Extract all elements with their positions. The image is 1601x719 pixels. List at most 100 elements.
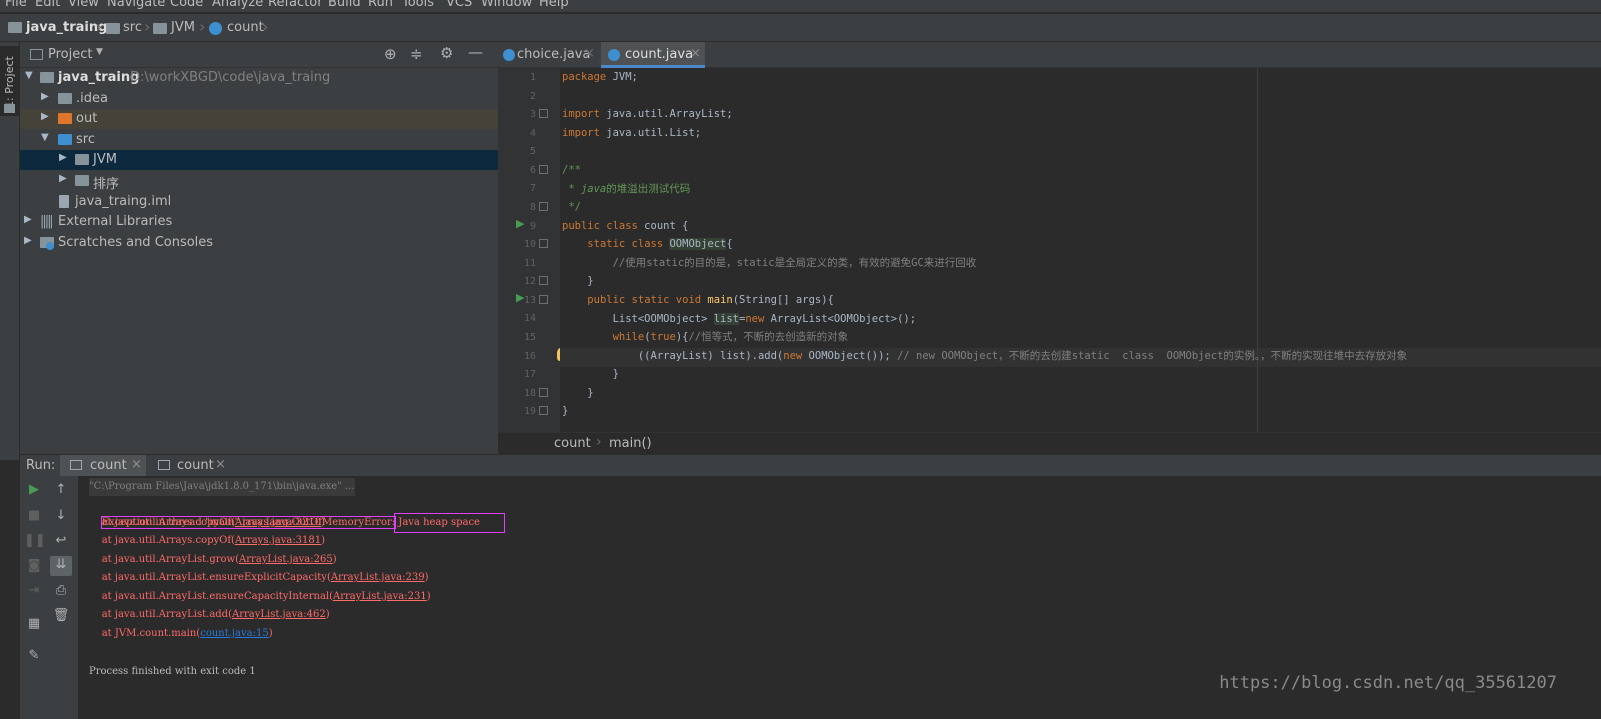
fold-icon[interactable] <box>539 388 548 397</box>
menu-help[interactable]: Help <box>539 0 569 10</box>
run-main-icon[interactable]: ▶ <box>516 291 524 304</box>
up-arrow-icon[interactable]: ↑ <box>51 482 71 497</box>
clock-icon <box>46 242 54 250</box>
editor-tabs: choice.java × count.java × <box>498 42 1601 68</box>
down-arrow-icon[interactable]: ↓ <box>51 508 71 523</box>
tab-count-java[interactable]: count.java × <box>601 42 705 68</box>
tree-root[interactable]: ▼ java_traing D:\workXBGD\code\java_trai… <box>20 68 498 88</box>
stop-icon[interactable]: ■ <box>24 508 44 523</box>
breadcrumb-class[interactable]: count <box>554 436 591 451</box>
chevron-right-icon[interactable]: ▶ <box>24 235 32 246</box>
fold-icon[interactable] <box>539 239 548 248</box>
camera-icon[interactable]: ◙ <box>24 558 44 573</box>
code-editor[interactable]: package JVM; import java.util.ArrayList;… <box>560 68 1601 432</box>
close-icon[interactable]: × <box>584 46 595 61</box>
collapse-all-icon[interactable]: ≑ <box>410 45 423 63</box>
run-class-icon[interactable]: ▶ <box>516 217 524 230</box>
stack-link[interactable]: ArrayList.java:265 <box>239 554 333 565</box>
chevron-right-icon[interactable]: ▶ <box>41 91 49 102</box>
stack-link[interactable]: Arrays.java:3210 <box>235 517 321 528</box>
module-file-icon <box>59 195 69 208</box>
menu-build[interactable]: Build <box>328 0 361 10</box>
fold-icon[interactable] <box>539 165 548 174</box>
tab-choice-java[interactable]: choice.java × <box>498 42 600 68</box>
chevron-right-icon[interactable]: ▶ <box>24 214 32 225</box>
tree-item-label: External Libraries <box>58 214 173 229</box>
line-number: 16 <box>523 351 536 362</box>
line-number: 18 <box>523 388 536 399</box>
menu-view[interactable]: View <box>68 0 99 10</box>
line-number: 1 <box>529 72 536 83</box>
tree-item-libraries[interactable]: ▶ |||‖ External Libraries <box>20 212 498 232</box>
tree-item-src[interactable]: ▼ src <box>20 130 498 150</box>
locate-icon[interactable]: ⊕ <box>384 45 397 63</box>
hide-icon[interactable]: — <box>468 43 483 61</box>
tree-item-sort[interactable]: ▶ 排序 <box>20 171 498 192</box>
line-number: 6 <box>529 165 536 176</box>
stack-link[interactable]: ArrayList.java:462 <box>232 609 326 620</box>
chevron-right-icon[interactable]: ▶ <box>41 111 49 122</box>
pause-icon[interactable]: ❚❚ <box>24 533 46 548</box>
nav-jvm[interactable]: JVM <box>171 20 195 35</box>
fold-icon[interactable] <box>539 276 548 285</box>
exit-icon[interactable]: ⇥ <box>24 583 44 598</box>
run-tab-2[interactable]: count × <box>148 455 234 477</box>
close-icon[interactable]: × <box>131 457 142 472</box>
menu-refactor[interactable]: Refactor <box>268 0 323 10</box>
close-icon[interactable]: × <box>690 46 701 61</box>
console-icon <box>158 460 170 470</box>
trash-icon[interactable]: 🗑 <box>51 608 71 623</box>
menu-file[interactable]: File <box>5 0 27 10</box>
nav-file[interactable]: count <box>227 20 264 35</box>
line-number: 17 <box>523 369 536 380</box>
tree-item-idea[interactable]: ▶ .idea <box>20 89 498 109</box>
gear-icon[interactable]: ⚙ <box>440 44 453 62</box>
soft-wrap-icon[interactable]: ↩ <box>51 533 71 548</box>
scroll-to-end-button[interactable]: ⇊ <box>50 556 72 576</box>
console-command-line: "C:\Program Files\Java\jdk1.8.0_171\bin\… <box>89 478 355 496</box>
menu-vcs[interactable]: VCS <box>446 0 472 10</box>
package-icon <box>153 23 167 34</box>
stack-link[interactable]: ArrayList.java:231 <box>333 591 427 602</box>
chevron-down-icon[interactable]: ▼ <box>25 70 33 81</box>
right-margin-guide <box>1257 68 1258 432</box>
stack-link[interactable]: Arrays.java:3181 <box>235 535 321 546</box>
chevron-down-icon[interactable]: ▼ <box>96 47 103 57</box>
code-line-16: ((ArrayList) list).add(new OOMObject());… <box>562 350 1408 362</box>
project-panel-title[interactable]: Project <box>48 47 92 62</box>
scroll-to-end-icon: ⇊ <box>55 557 67 572</box>
stack-link[interactable]: count.java:15 <box>200 628 268 639</box>
fold-icon[interactable] <box>539 295 548 304</box>
pin-icon[interactable]: ✎ <box>24 648 44 663</box>
menu-run[interactable]: Run <box>368 0 393 10</box>
tree-item-jvm[interactable]: ▶ JVM <box>20 150 498 170</box>
menu-code[interactable]: Code <box>170 0 203 10</box>
chevron-down-icon[interactable]: ▼ <box>41 132 49 143</box>
tree-item-out[interactable]: ▶ out <box>20 109 498 129</box>
chevron-right-icon[interactable]: ▶ <box>59 152 67 163</box>
breadcrumb-method[interactable]: main() <box>609 436 652 451</box>
console-output[interactable]: "C:\Program Files\Java\jdk1.8.0_171\bin\… <box>78 476 1601 719</box>
rerun-icon[interactable]: ▶ <box>24 482 44 497</box>
tree-item-iml[interactable]: java_traing.iml <box>20 192 498 212</box>
line-number: 4 <box>529 128 536 139</box>
layout-icon[interactable]: ▦ <box>24 616 44 631</box>
fold-icon[interactable] <box>539 109 548 118</box>
menu-navigate[interactable]: Navigate <box>107 0 165 10</box>
print-icon[interactable]: ⎙ <box>51 583 71 598</box>
run-tab-1[interactable]: count × <box>60 455 146 477</box>
watermark: https://blog.csdn.net/qq_35561207 <box>1219 673 1557 693</box>
fold-icon[interactable] <box>539 406 548 415</box>
tree-item-scratches[interactable]: ▶ Scratches and Consoles <box>20 233 498 253</box>
fold-icon[interactable] <box>539 202 548 211</box>
stack-link[interactable]: ArrayList.java:239 <box>331 572 425 583</box>
close-icon[interactable]: × <box>215 457 226 472</box>
nav-src[interactable]: src <box>123 20 142 35</box>
tree-item-label: .idea <box>76 91 108 106</box>
menu-tools[interactable]: Tools <box>402 0 434 10</box>
class-icon <box>503 49 515 61</box>
chevron-right-icon[interactable]: ▶ <box>59 173 67 184</box>
menu-window[interactable]: Window <box>481 0 532 10</box>
menu-analyze[interactable]: Analyze <box>212 0 263 10</box>
menu-edit[interactable]: Edit <box>35 0 60 10</box>
